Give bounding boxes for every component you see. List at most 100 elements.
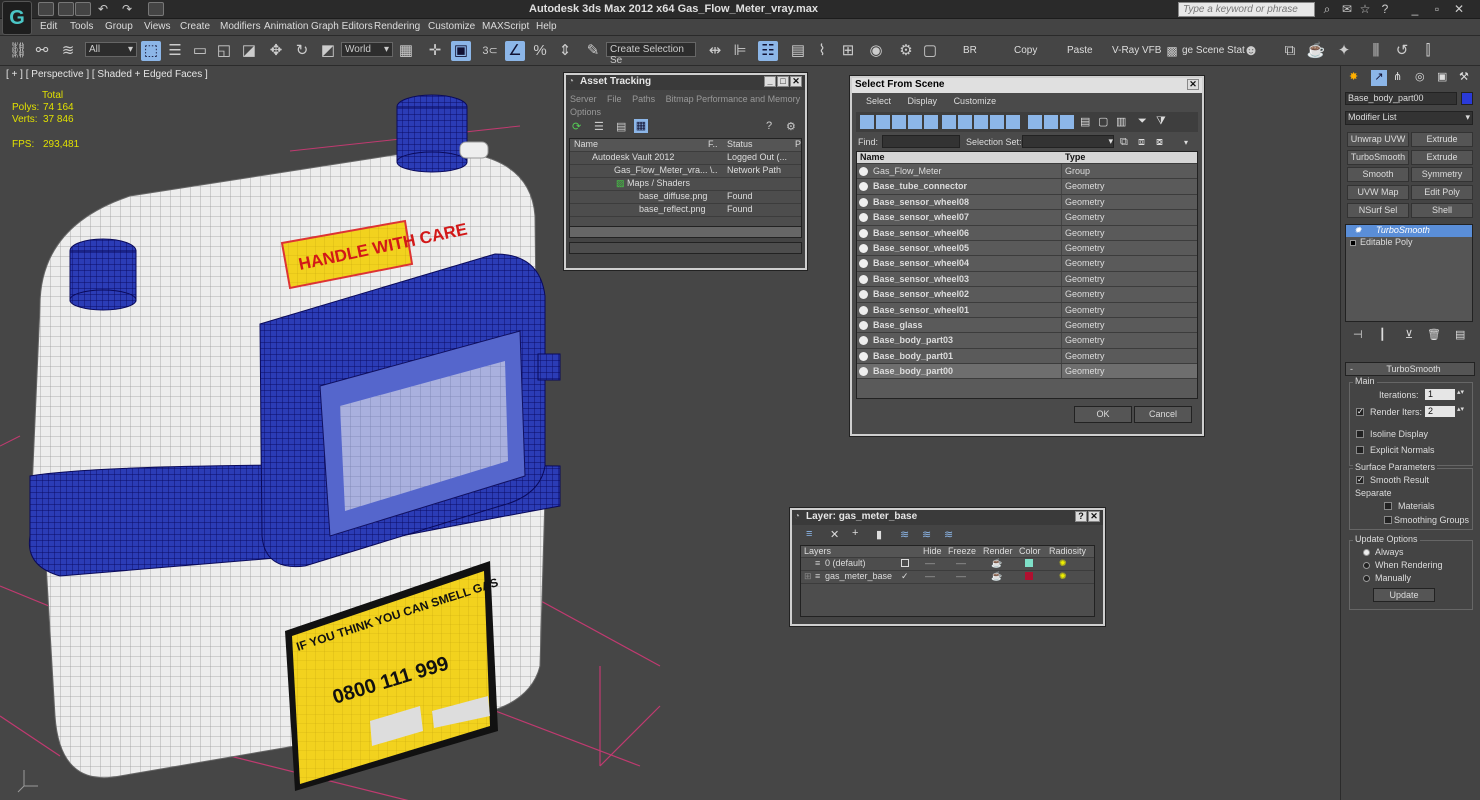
redo-icon[interactable]: ↷	[120, 2, 134, 16]
materials-checkbox[interactable]	[1384, 502, 1392, 510]
col-hide[interactable]: Hide	[923, 546, 942, 556]
copy-button[interactable]: Copy	[1014, 45, 1037, 56]
table-row[interactable]: Autodesk Vault 2012 Logged Out (...	[570, 152, 801, 165]
table-row[interactable]: Base_sensor_wheel01 Geometry	[857, 302, 1197, 318]
make-unique-icon[interactable]: ⊻	[1405, 328, 1413, 341]
menu-select[interactable]: Select	[866, 96, 891, 106]
selection-set-dropdown[interactable]: ▾	[1022, 135, 1114, 148]
col-f[interactable]: F..	[708, 139, 718, 149]
more-dropdown-icon[interactable]: ▾	[1184, 138, 1188, 147]
settings-icon[interactable]: ⚙	[786, 120, 796, 133]
filter-all-icon[interactable]	[1006, 115, 1020, 129]
menu-server[interactable]: Server	[570, 94, 597, 104]
edit-poly-button[interactable]: Edit Poly	[1411, 185, 1473, 200]
freeze-toggle[interactable]: ––	[956, 558, 966, 568]
render-teapot-icon[interactable]: ☕	[991, 558, 1002, 569]
minimize-icon[interactable]: _	[1408, 2, 1422, 16]
table-row[interactable]: Base_sensor_wheel06 Geometry	[857, 225, 1197, 241]
spinner-snap-icon[interactable]: ⇕	[555, 41, 575, 61]
table-row[interactable]: base_reflect.png Found	[570, 204, 801, 217]
col-name[interactable]: Name	[574, 139, 598, 149]
uvw-map-button[interactable]: UVW Map	[1347, 185, 1409, 200]
communication-center-icon[interactable]: ✉	[1340, 2, 1354, 16]
search-input[interactable]: Type a keyword or phrase	[1178, 2, 1315, 17]
stack-item-turbosmooth[interactable]: ✹ TurboSmooth	[1346, 225, 1472, 237]
object-color-swatch[interactable]	[1461, 92, 1473, 105]
display-influences-icon[interactable]	[1044, 115, 1058, 129]
menu-bitmap-performance[interactable]: Bitmap Performance and Memory	[666, 94, 801, 104]
motion-tab-icon[interactable]: ◎	[1415, 70, 1425, 83]
table-row[interactable]: Base_sensor_wheel07 Geometry	[857, 210, 1197, 226]
maximize-icon[interactable]: □	[777, 76, 789, 87]
table-view-icon[interactable]: ▦	[634, 119, 648, 133]
reference-coord-dropdown[interactable]: World ▾	[341, 42, 393, 57]
scale-icon[interactable]: ◩	[318, 41, 338, 61]
select-move-icon[interactable]: ◪	[239, 41, 259, 61]
favorites-icon[interactable]: ☆	[1358, 2, 1372, 16]
project-folder-icon[interactable]	[148, 2, 164, 16]
menu-edit[interactable]: Edit	[40, 21, 57, 32]
close-icon[interactable]: ✕	[1452, 2, 1466, 16]
when-rendering-radio[interactable]	[1363, 562, 1370, 569]
filter-geometry-icon[interactable]	[860, 115, 874, 129]
menu-maxscript[interactable]: MAXScript	[482, 21, 529, 32]
col-p[interactable]: P	[795, 139, 801, 149]
undo-icon[interactable]: ↶	[96, 2, 110, 16]
nsurf-sel-button[interactable]: NSurf Sel	[1347, 203, 1409, 218]
tree-view-icon[interactable]: ▤	[616, 120, 626, 133]
modify-tab-icon[interactable]: ↗	[1371, 70, 1387, 86]
filter-options-icon[interactable]: ⧩	[1156, 115, 1166, 128]
explode-icon[interactable]: ✦	[1334, 41, 1354, 61]
unwrap-uvw-button[interactable]: Unwrap UVW	[1347, 132, 1409, 147]
filter-lights-icon[interactable]	[892, 115, 906, 129]
asset-tracking-titlebar[interactable]: ◔ Asset Tracking _ □ ✕	[566, 75, 805, 90]
hide-toggle[interactable]: ––	[925, 558, 935, 568]
freeze-toggle[interactable]: ––	[956, 571, 966, 581]
utilities-tab-icon[interactable]: ⚒	[1459, 70, 1469, 83]
select-all-icon[interactable]: ▤	[1080, 115, 1090, 128]
configure-sets-icon[interactable]: ▤	[1455, 328, 1465, 341]
filter-xrefs-icon[interactable]	[974, 115, 988, 129]
binoculars-icon[interactable]: ⌕	[1320, 2, 1334, 16]
layer-manager-icon[interactable]: ☷	[758, 41, 778, 61]
spinner-arrows-icon[interactable]: ▴▾	[1457, 405, 1464, 413]
render-setup-icon[interactable]: ⚙	[896, 41, 916, 61]
table-row[interactable]: Base_body_part01 Geometry	[857, 348, 1197, 365]
table-row[interactable]: ⊞ ≡ gas_meter_base ✓ –– –– ☕ ✺	[801, 571, 1094, 584]
menu-rendering[interactable]: Rendering	[374, 21, 420, 32]
table-row[interactable]: Base_sensor_wheel04 Geometry	[857, 256, 1197, 272]
filter-helpers-icon[interactable]	[924, 115, 938, 129]
always-radio[interactable]	[1363, 549, 1370, 556]
named-selection-sets-dropdown[interactable]: Create Selection Se	[606, 42, 696, 66]
display-tab-icon[interactable]: ▣	[1437, 70, 1447, 83]
edit-selection-set-icon[interactable]: ⧈	[1138, 136, 1145, 149]
table-row[interactable]: Base_sensor_wheel08 Geometry	[857, 194, 1197, 211]
radiosity-icon[interactable]: ✺	[1059, 571, 1067, 582]
scene-states-button[interactable]: ge Scene Stat	[1182, 45, 1245, 56]
vray-vfb-button[interactable]: V-Ray VFB	[1112, 45, 1161, 56]
symmetry-button[interactable]: Symmetry	[1411, 167, 1473, 182]
menu-customize[interactable]: Customize	[428, 21, 475, 32]
select-object-icon[interactable]: ⬚	[141, 41, 161, 61]
select-from-scene-titlebar[interactable]: Select From Scene ✕	[852, 78, 1202, 93]
menu-help[interactable]: Help	[536, 21, 557, 32]
open-file-icon[interactable]	[58, 2, 74, 16]
layer-dialog[interactable]: ◔ Layer: gas_meter_base ? ✕ ≡ ✕ + ▮ ≋ ≋ ≋…	[790, 508, 1105, 626]
ok-button[interactable]: OK	[1074, 406, 1132, 423]
menu-options[interactable]: Options	[570, 107, 601, 117]
angle-snap-icon[interactable]: ∠	[505, 41, 525, 61]
modifier-list-dropdown[interactable]: Modifier List ▾	[1345, 111, 1473, 125]
rectangular-region-icon[interactable]: ▭	[190, 41, 210, 61]
update-button[interactable]: Update	[1373, 588, 1435, 602]
table-row[interactable]: base_diffuse.png Found	[570, 191, 801, 204]
move-icon[interactable]: ✥	[266, 41, 286, 61]
minimize-icon[interactable]: _	[764, 76, 776, 87]
add-to-layer-icon[interactable]: +	[852, 527, 858, 539]
menu-paths[interactable]: Paths	[632, 94, 655, 104]
material-editor-icon[interactable]: ◉	[866, 41, 886, 61]
menu-customize[interactable]: Customize	[954, 96, 997, 106]
menu-display[interactable]: Display	[908, 96, 938, 106]
remove-modifier-icon[interactable]: 🗑	[1427, 328, 1441, 341]
show-end-result-icon[interactable]: ┃	[1379, 328, 1386, 341]
filter-shapes-icon[interactable]	[876, 115, 890, 129]
